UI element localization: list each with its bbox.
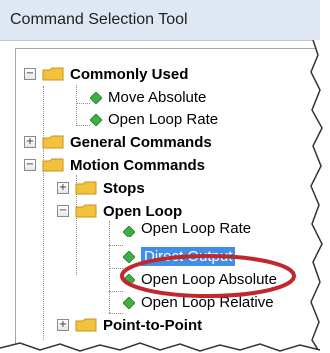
torn-edge-decoration bbox=[0, 0, 330, 353]
command-selection-window: Command Selection Tool − Commonly Used M… bbox=[0, 0, 330, 353]
